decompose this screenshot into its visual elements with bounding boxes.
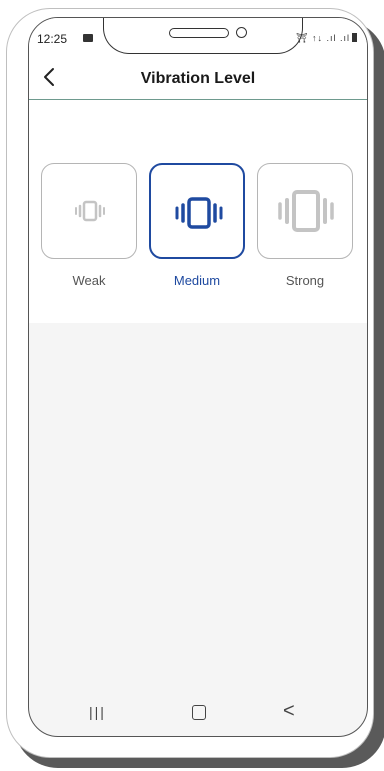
- option-strong-box[interactable]: [257, 163, 353, 259]
- signal-icons: ⛩ ↑↓ .ıl .ıl: [296, 33, 350, 43]
- app-header: Vibration Level: [29, 56, 367, 100]
- page-title: Vibration Level: [140, 70, 256, 87]
- front-camera: [236, 27, 247, 38]
- status-time: 12:25: [37, 32, 68, 46]
- option-weak-label: Weak: [72, 273, 106, 288]
- option-medium-box[interactable]: [149, 163, 245, 259]
- vibration-weak-icon: [75, 200, 105, 222]
- vibration-medium-icon: [175, 197, 223, 229]
- option-medium-label: Medium: [173, 273, 221, 288]
- status-icons: ⛩ ↑↓ .ıl .ıl: [296, 33, 357, 44]
- system-back-button[interactable]: <: [283, 700, 295, 723]
- device-screen: 12:25 ⛩ ↑↓ .ıl .ıl Vibration Level Weak: [28, 17, 368, 737]
- option-weak-box[interactable]: [41, 163, 137, 259]
- option-weak[interactable]: Weak: [41, 163, 137, 288]
- camera-notch: [103, 18, 303, 54]
- battery-icon: [352, 33, 357, 42]
- option-strong[interactable]: Strong: [257, 163, 353, 288]
- vibration-strong-icon: [278, 190, 334, 232]
- system-nav-bar: ||| <: [29, 688, 367, 736]
- speaker-grille: [169, 28, 229, 38]
- home-button[interactable]: [192, 705, 206, 720]
- recent-apps-button[interactable]: |||: [89, 704, 106, 720]
- gallery-notification-icon: [83, 34, 93, 42]
- option-strong-label: Strong: [285, 273, 325, 288]
- option-medium[interactable]: Medium: [149, 163, 245, 288]
